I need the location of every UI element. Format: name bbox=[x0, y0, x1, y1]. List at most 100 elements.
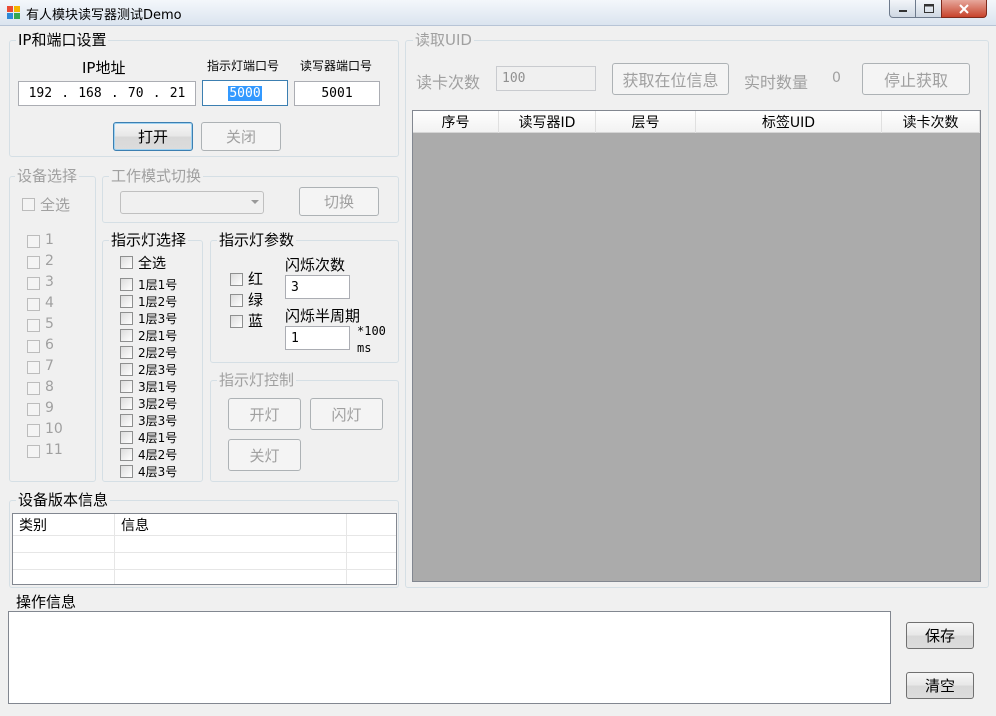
work-mode-dropdown[interactable] bbox=[120, 191, 264, 214]
device-5-checkbox[interactable] bbox=[27, 319, 40, 332]
column-header-tag-uid[interactable]: 标签UID bbox=[696, 111, 882, 133]
get-presence-button[interactable]: 获取在位信息 bbox=[612, 63, 729, 95]
clear-button[interactable]: 清空 bbox=[906, 672, 974, 699]
read-uid-legend: 读取UID bbox=[413, 31, 474, 49]
light-3-checkbox[interactable] bbox=[120, 312, 133, 325]
half-period-unit-ms: ms bbox=[357, 341, 372, 355]
light-params-legend: 指示灯参数 bbox=[217, 231, 297, 249]
device-7-checkbox[interactable] bbox=[27, 361, 40, 374]
light-3-label: 1层3号 bbox=[138, 312, 178, 326]
table-row[interactable] bbox=[13, 536, 396, 553]
switch-button[interactable]: 切换 bbox=[299, 187, 379, 216]
ip-port-legend: IP和端口设置 bbox=[16, 31, 109, 49]
light-1-checkbox[interactable] bbox=[120, 278, 133, 291]
light-8-label: 3层2号 bbox=[138, 397, 178, 411]
device-10-checkbox[interactable] bbox=[27, 424, 40, 437]
device-7-label: 7 bbox=[45, 358, 54, 374]
save-button[interactable]: 保存 bbox=[906, 622, 974, 649]
device-9-checkbox[interactable] bbox=[27, 403, 40, 416]
maximize-icon bbox=[923, 4, 934, 13]
minimize-icon bbox=[898, 9, 907, 12]
device-5-label: 5 bbox=[45, 316, 54, 332]
ip-octet-1: 192 bbox=[28, 86, 53, 101]
table-row[interactable] bbox=[13, 553, 396, 570]
half-period-unit-multiplier: *100 bbox=[357, 324, 386, 338]
color-1-label: 红 bbox=[248, 270, 264, 288]
app-icon bbox=[7, 6, 20, 19]
device-4-label: 4 bbox=[45, 295, 54, 311]
window-title: 有人模块读写器测试Demo bbox=[26, 8, 182, 23]
light-select-all-label: 全选 bbox=[138, 256, 166, 272]
work-mode-legend: 工作模式切换 bbox=[109, 167, 204, 185]
device-1-checkbox[interactable] bbox=[27, 235, 40, 248]
stop-button[interactable]: 停止获取 bbox=[862, 63, 970, 95]
maximize-button[interactable] bbox=[915, 0, 942, 18]
color-2-checkbox[interactable] bbox=[230, 294, 243, 307]
column-header-read-count[interactable]: 读卡次数 bbox=[882, 111, 980, 133]
read-count-label: 读卡次数 bbox=[416, 73, 481, 92]
light-12-checkbox[interactable] bbox=[120, 465, 133, 478]
device-2-checkbox[interactable] bbox=[27, 256, 40, 269]
color-2-label: 绿 bbox=[248, 291, 264, 309]
device-3-label: 3 bbox=[45, 274, 54, 290]
light-10-checkbox[interactable] bbox=[120, 431, 133, 444]
table-row[interactable] bbox=[13, 570, 396, 584]
light-8-checkbox[interactable] bbox=[120, 397, 133, 410]
column-header-category[interactable]: 类别 bbox=[13, 514, 115, 535]
light-2-checkbox[interactable] bbox=[120, 295, 133, 308]
device-3-checkbox[interactable] bbox=[27, 277, 40, 290]
device-8-checkbox[interactable] bbox=[27, 382, 40, 395]
column-header-index[interactable]: 序号 bbox=[413, 111, 499, 133]
minimize-button[interactable] bbox=[889, 0, 916, 18]
realtime-count-value: 0 bbox=[832, 70, 841, 86]
read-count-value: 100 bbox=[502, 71, 526, 86]
device-2-label: 2 bbox=[45, 253, 54, 269]
device-8-label: 8 bbox=[45, 379, 54, 395]
light-4-label: 2层1号 bbox=[138, 329, 178, 343]
light-9-label: 3层3号 bbox=[138, 414, 178, 428]
light-port-label: 指示灯端口号 bbox=[207, 59, 280, 73]
light-select-all-checkbox[interactable] bbox=[120, 256, 133, 269]
title-bar: 有人模块读写器测试Demo bbox=[0, 0, 996, 26]
ip-label: IP地址 bbox=[82, 59, 126, 77]
light-on-button[interactable]: 开灯 bbox=[228, 398, 301, 430]
operation-log[interactable] bbox=[8, 611, 891, 704]
light-blink-button[interactable]: 闪灯 bbox=[310, 398, 383, 430]
light-5-checkbox[interactable] bbox=[120, 346, 133, 359]
light-11-checkbox[interactable] bbox=[120, 448, 133, 461]
column-header-reader-id[interactable]: 读写器ID bbox=[499, 111, 596, 133]
half-period-label: 闪烁半周期 bbox=[285, 307, 361, 325]
light-port-field[interactable]: 5000 bbox=[202, 80, 288, 106]
color-3-checkbox[interactable] bbox=[230, 315, 243, 328]
version-info-table[interactable]: 类别 信息 bbox=[12, 513, 397, 585]
reader-port-field[interactable]: 5001 bbox=[294, 81, 380, 106]
close-connection-button[interactable]: 关闭 bbox=[201, 122, 281, 151]
device-select-legend: 设备选择 bbox=[15, 167, 80, 185]
ip-address-field[interactable]: 192 . 168 . 70 . 21 bbox=[18, 81, 196, 106]
device-1-label: 1 bbox=[45, 232, 54, 248]
light-9-checkbox[interactable] bbox=[120, 414, 133, 427]
light-7-checkbox[interactable] bbox=[120, 380, 133, 393]
device-6-checkbox[interactable] bbox=[27, 340, 40, 353]
blink-count-input[interactable]: 3 bbox=[285, 275, 350, 299]
light-4-checkbox[interactable] bbox=[120, 329, 133, 342]
uid-grid-header: 序号 读写器ID 层号 标签UID 读卡次数 bbox=[413, 111, 980, 133]
half-period-input[interactable]: 1 bbox=[285, 326, 350, 350]
light-off-button[interactable]: 关灯 bbox=[228, 439, 301, 471]
uid-grid[interactable]: 序号 读写器ID 层号 标签UID 读卡次数 bbox=[412, 110, 981, 582]
close-window-button[interactable] bbox=[941, 0, 987, 18]
column-header-layer[interactable]: 层号 bbox=[596, 111, 696, 133]
device-6-label: 6 bbox=[45, 337, 54, 353]
device-10-label: 10 bbox=[45, 421, 63, 437]
read-count-input[interactable]: 100 bbox=[496, 66, 596, 91]
color-1-checkbox[interactable] bbox=[230, 273, 243, 286]
light-6-checkbox[interactable] bbox=[120, 363, 133, 376]
operation-label: 操作信息 bbox=[16, 593, 77, 611]
chevron-down-icon bbox=[251, 200, 259, 204]
column-header-info[interactable]: 信息 bbox=[115, 514, 347, 535]
ip-octet-3: 70 bbox=[127, 86, 144, 101]
device-4-checkbox[interactable] bbox=[27, 298, 40, 311]
open-button[interactable]: 打开 bbox=[113, 122, 193, 151]
device-11-checkbox[interactable] bbox=[27, 445, 40, 458]
device-select-all-checkbox[interactable] bbox=[22, 198, 35, 211]
